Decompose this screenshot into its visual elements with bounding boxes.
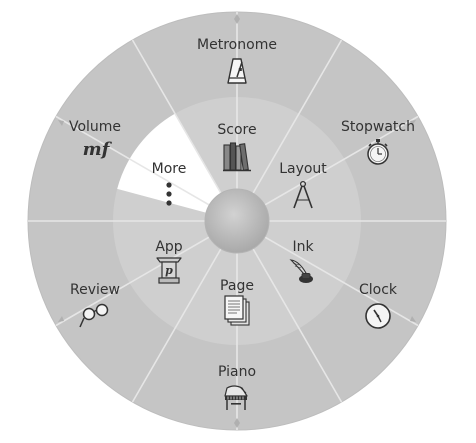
app-button[interactable] bbox=[131, 227, 207, 293]
review-button[interactable] bbox=[47, 268, 143, 338]
metronome-button[interactable] bbox=[189, 23, 285, 93]
stopwatch-button[interactable] bbox=[330, 105, 426, 175]
volume-button[interactable] bbox=[47, 105, 143, 175]
score-button[interactable] bbox=[199, 110, 275, 176]
page-button[interactable] bbox=[199, 266, 275, 332]
center-hub-button[interactable] bbox=[205, 189, 269, 253]
ink-button[interactable] bbox=[265, 227, 341, 293]
more-button[interactable] bbox=[131, 149, 207, 215]
layout-button[interactable] bbox=[265, 149, 341, 215]
piano-button[interactable] bbox=[189, 350, 285, 420]
clock-button[interactable] bbox=[330, 268, 426, 338]
radial-menu: Metronome Stopwatch Clock Piano Review V… bbox=[0, 0, 476, 443]
